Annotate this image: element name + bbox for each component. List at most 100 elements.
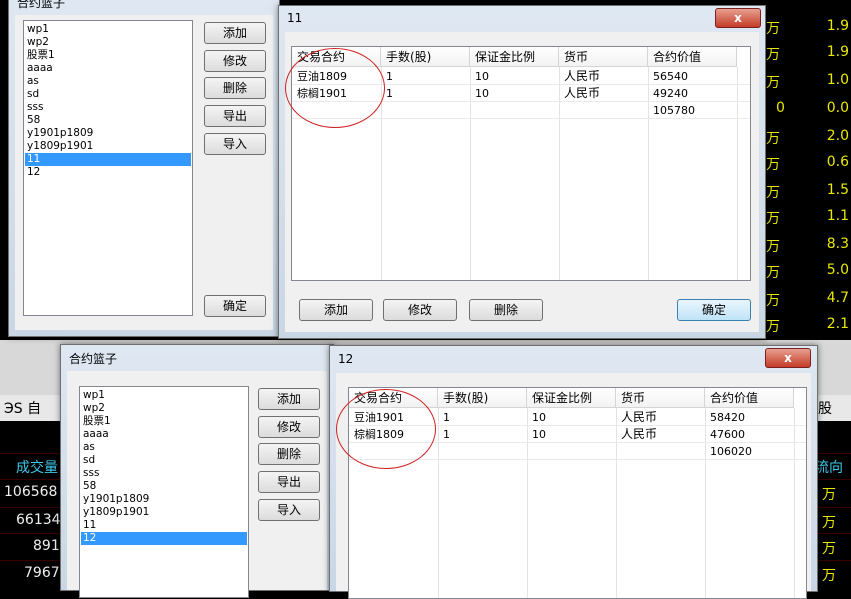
cell-currency[interactable]: 人民币: [616, 409, 657, 426]
background-menu-left[interactable]: ЭS 自: [4, 398, 41, 418]
basket-dialog-2: 合约篮子 wp1 wp2 股票1 aaaa as sd sss 58 y1901…: [60, 344, 334, 598]
contract-dialog-12-title: 12: [338, 352, 354, 366]
list-item[interactable]: 股票1: [81, 415, 247, 428]
background-col-volume: 成交量: [16, 460, 58, 476]
list-item[interactable]: 12: [25, 166, 191, 179]
basket-dialog-1: 合约篮子 wp1 wp2 股票1 aaaa as sd sss 58 y1901…: [8, 0, 280, 337]
background-value: 1.5: [826, 182, 849, 198]
export-button[interactable]: 导出: [258, 471, 320, 493]
background-unit: 万: [766, 239, 780, 255]
cell-margin[interactable]: 10: [527, 409, 546, 426]
background-value: 4.7: [826, 290, 849, 306]
list-item[interactable]: as: [25, 75, 191, 88]
ok-button[interactable]: 确定: [677, 299, 751, 321]
background-value: 1.0: [826, 72, 849, 88]
cell-margin[interactable]: 10: [470, 68, 489, 85]
list-item[interactable]: 11: [81, 519, 247, 532]
list-item[interactable]: 58: [81, 480, 247, 493]
column-header-margin[interactable]: 保证金比例: [527, 388, 616, 408]
list-item[interactable]: sss: [25, 101, 191, 114]
background-flow-value: 万: [822, 568, 836, 584]
add-button[interactable]: 添加: [299, 299, 373, 321]
background-row: 万 8.3: [760, 236, 851, 262]
delete-button[interactable]: 删除: [204, 77, 266, 99]
column-header-value[interactable]: 合约价值: [648, 47, 737, 67]
list-item[interactable]: sd: [81, 454, 247, 467]
cell-margin[interactable]: 10: [470, 85, 489, 102]
column-header-margin[interactable]: 保证金比例: [470, 47, 559, 67]
background-menu-right[interactable]: 股: [818, 398, 832, 418]
contract-dialog-11-titlebar[interactable]: 11 x: [279, 6, 765, 30]
close-icon[interactable]: x: [765, 348, 811, 368]
cell-lots[interactable]: 1: [438, 409, 450, 426]
cell-value[interactable]: 58420: [705, 409, 745, 426]
cell-margin[interactable]: 10: [527, 426, 546, 443]
background-row: 万 4.7: [760, 290, 851, 316]
contract-dialog-11: 11 x 交易合约 手数(股) 保证金比例 货币 合约价值 豆油1809 1 1…: [278, 5, 766, 339]
background-row: 万 1.1: [760, 208, 851, 234]
list-item[interactable]: wp2: [25, 36, 191, 49]
contract-dialog-12: 12 x 交易合约 手数(股) 保证金比例 货币 合约价值 豆油1901 1 1…: [329, 345, 818, 599]
background-unit: 万: [766, 131, 780, 147]
grid-line: [794, 408, 795, 598]
background-unit: 万: [766, 293, 780, 309]
cell-value[interactable]: 47600: [705, 426, 745, 443]
list-item[interactable]: y1901p1809: [25, 127, 191, 140]
cell-currency[interactable]: 人民币: [616, 426, 657, 443]
add-button[interactable]: 添加: [258, 388, 320, 410]
list-item-selected[interactable]: 11: [25, 153, 191, 166]
contract-dialog-11-client: 交易合约 手数(股) 保证金比例 货币 合约价值 豆油1809 1 10 人民币…: [285, 32, 759, 332]
list-item[interactable]: aaaa: [25, 62, 191, 75]
list-item[interactable]: sss: [81, 467, 247, 480]
import-button[interactable]: 导入: [258, 499, 320, 521]
basket-list-1[interactable]: wp1 wp2 股票1 aaaa as sd sss 58 y1901p1809…: [23, 20, 193, 316]
basket-dialog-2-titlebar[interactable]: 合约篮子: [61, 345, 333, 369]
column-header-lots[interactable]: 手数(股): [438, 388, 527, 408]
column-header-lots[interactable]: 手数(股): [381, 47, 470, 67]
annotation-circle: [336, 389, 436, 469]
list-item[interactable]: sd: [25, 88, 191, 101]
list-item[interactable]: y1809p1901: [25, 140, 191, 153]
background-value: 1.9: [826, 18, 849, 34]
cell-value[interactable]: 49240: [648, 85, 688, 102]
background-volume-value: 106568: [4, 484, 58, 500]
cell-value[interactable]: 56540: [648, 68, 688, 85]
list-item[interactable]: 58: [25, 114, 191, 127]
close-icon[interactable]: x: [715, 8, 761, 28]
edit-button[interactable]: 修改: [383, 299, 457, 321]
background-row: 0 0.0: [760, 100, 851, 126]
add-button[interactable]: 添加: [204, 22, 266, 44]
cell-lots[interactable]: 1: [438, 426, 450, 443]
delete-button[interactable]: 删除: [258, 443, 320, 465]
edit-button[interactable]: 修改: [258, 416, 320, 438]
list-item[interactable]: wp1: [25, 23, 191, 36]
contract-dialog-12-client: 交易合约 手数(股) 保证金比例 货币 合约价值 豆油1901 1 10 人民币…: [336, 373, 811, 599]
column-header-value[interactable]: 合约价值: [705, 388, 794, 408]
background-row: 万 1.9: [760, 18, 851, 44]
background-flow-value: 万: [822, 541, 836, 557]
contract-dialog-12-titlebar[interactable]: 12 x: [330, 346, 817, 370]
delete-button[interactable]: 删除: [469, 299, 543, 321]
list-item-selected[interactable]: 12: [81, 532, 247, 545]
list-item[interactable]: wp2: [81, 402, 247, 415]
list-item[interactable]: wp1: [81, 389, 247, 402]
ok-button[interactable]: 确定: [204, 295, 266, 317]
list-item[interactable]: y1901p1809: [81, 493, 247, 506]
list-item[interactable]: 股票1: [25, 49, 191, 62]
background-row: 万 2.1: [760, 316, 851, 342]
edit-button[interactable]: 修改: [204, 50, 266, 72]
basket-dialog-1-titlebar[interactable]: 合约篮子: [9, 0, 279, 15]
list-item[interactable]: y1809p1901: [81, 506, 247, 519]
background-unit: 0: [776, 100, 785, 116]
list-item[interactable]: as: [81, 441, 247, 454]
list-item[interactable]: aaaa: [81, 428, 247, 441]
total-value: 105780: [653, 104, 695, 117]
cell-currency[interactable]: 人民币: [559, 68, 600, 85]
import-button[interactable]: 导入: [204, 133, 266, 155]
basket-dialog-2-client: wp1 wp2 股票1 aaaa as sd sss 58 y1901p1809…: [67, 371, 327, 598]
column-header-currency[interactable]: 货币: [616, 388, 705, 408]
cell-currency[interactable]: 人民币: [559, 85, 600, 102]
basket-list-2[interactable]: wp1 wp2 股票1 aaaa as sd sss 58 y1901p1809…: [79, 386, 249, 598]
column-header-currency[interactable]: 货币: [559, 47, 648, 67]
export-button[interactable]: 导出: [204, 105, 266, 127]
